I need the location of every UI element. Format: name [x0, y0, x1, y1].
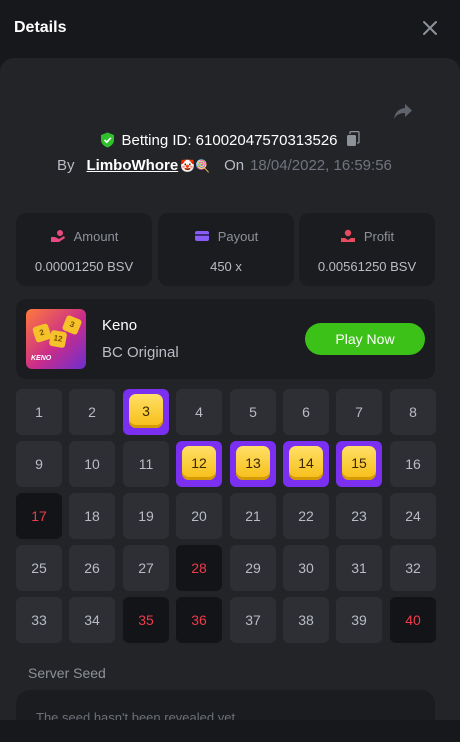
keno-cell: 18 — [69, 493, 115, 539]
keno-cell-drawn: 36 — [176, 597, 222, 643]
details-panel: Betting ID: 61002047570313526 By LimboWho… — [0, 58, 460, 722]
stat-profit-label: Profit — [363, 229, 395, 244]
keno-cell: 20 — [176, 493, 222, 539]
keno-cell: 19 — [123, 493, 169, 539]
keno-cell: 16 — [390, 441, 436, 487]
profit-icon — [340, 229, 355, 242]
stat-amount-value: 0.00001250 BSV — [34, 259, 134, 274]
keno-cell-drawn: 17 — [16, 493, 62, 539]
keno-cell: 8 — [390, 389, 436, 435]
keno-cell: 6 — [283, 389, 329, 435]
game-provider: BC Original — [102, 344, 179, 361]
stat-profit-label-row: Profit — [299, 229, 435, 244]
modal-footer — [0, 720, 460, 742]
username-emoji: 🤡🍭 — [180, 159, 211, 173]
keno-cell: 27 — [123, 545, 169, 591]
keno-cell-hit: 3 — [123, 389, 169, 435]
keno-gem: 3 — [129, 394, 163, 428]
keno-cell-drawn: 40 — [390, 597, 436, 643]
keno-cell: 38 — [283, 597, 329, 643]
keno-gem: 12 — [182, 446, 216, 480]
stat-profit-value: 0.00561250 BSV — [317, 259, 417, 274]
keno-cell: 32 — [390, 545, 436, 591]
stat-amount-label-row: Amount — [16, 229, 152, 244]
keno-cell-hit: 15 — [336, 441, 382, 487]
keno-cell: 31 — [336, 545, 382, 591]
keno-cell: 33 — [16, 597, 62, 643]
keno-cell: 24 — [390, 493, 436, 539]
keno-cell-hit: 14 — [283, 441, 329, 487]
game-name: Keno — [102, 317, 138, 334]
keno-cell: 34 — [69, 597, 115, 643]
keno-cell: 30 — [283, 545, 329, 591]
keno-cell: 29 — [230, 545, 276, 591]
game-card: 2 12 3 KENO Keno BC Original Play Now — [16, 299, 435, 379]
betting-id: Betting ID: 61002047570313526 — [0, 131, 460, 149]
stat-payout: Payout 450 x — [158, 213, 294, 286]
modal-title: Details — [14, 19, 67, 36]
keno-cell: 1 — [16, 389, 62, 435]
keno-cell-drawn: 35 — [123, 597, 169, 643]
keno-cell: 39 — [336, 597, 382, 643]
modal-header: Details — [0, 0, 460, 58]
bet-meta: By LimboWhore 🤡🍭 On 18/04/2022, 16:59:56 — [57, 157, 392, 174]
username-link[interactable]: LimboWhore — [87, 157, 179, 174]
shield-icon — [101, 132, 115, 148]
betting-id-text: Betting ID: 61002047570313526 — [121, 132, 338, 149]
keno-cell: 37 — [230, 597, 276, 643]
stat-amount: Amount 0.00001250 BSV — [16, 213, 152, 286]
keno-cell: 23 — [336, 493, 382, 539]
keno-gem: 13 — [236, 446, 270, 480]
play-now-button[interactable]: Play Now — [305, 323, 425, 355]
keno-cell-hit: 13 — [230, 441, 276, 487]
stat-payout-label: Payout — [217, 229, 259, 244]
thumb-tile: 12 — [48, 329, 68, 349]
keno-cell: 9 — [16, 441, 62, 487]
amount-icon — [50, 230, 65, 242]
keno-thumbnail[interactable]: 2 12 3 KENO — [26, 309, 86, 369]
keno-cell: 10 — [69, 441, 115, 487]
keno-cell: 26 — [69, 545, 115, 591]
payout-icon — [194, 231, 209, 241]
keno-gem: 15 — [342, 446, 376, 480]
share-icon[interactable] — [392, 100, 414, 122]
keno-cell: 7 — [336, 389, 382, 435]
close-icon[interactable] — [420, 18, 440, 38]
on-label: On — [224, 157, 245, 174]
keno-board: 1 2 3 4 5 6 7 8 9 10 11 12 13 14 15 16 17 18 19 20 21 22 23 24 2… — [16, 389, 436, 647]
stat-amount-label: Amount — [73, 229, 119, 244]
bet-date: 18/04/2022, 16:59:56 — [250, 157, 392, 174]
stat-profit: Profit 0.00561250 BSV — [299, 213, 435, 286]
stat-payout-label-row: Payout — [158, 229, 294, 244]
by-label: By — [57, 157, 75, 174]
keno-cell: 21 — [230, 493, 276, 539]
copy-icon[interactable] — [346, 131, 360, 147]
keno-gem: 14 — [289, 446, 323, 480]
keno-cell: 5 — [230, 389, 276, 435]
keno-cell-drawn: 28 — [176, 545, 222, 591]
keno-cell: 25 — [16, 545, 62, 591]
stat-payout-value: 450 x — [210, 259, 242, 274]
keno-cell: 11 — [123, 441, 169, 487]
keno-cell: 22 — [283, 493, 329, 539]
server-seed-label: Server Seed — [28, 665, 106, 681]
keno-cell: 4 — [176, 389, 222, 435]
keno-cell-hit: 12 — [176, 441, 222, 487]
server-seed-field[interactable]: The seed hasn't been revealed yet — [16, 690, 435, 722]
keno-cell: 2 — [69, 389, 115, 435]
thumb-label: KENO — [31, 355, 52, 362]
